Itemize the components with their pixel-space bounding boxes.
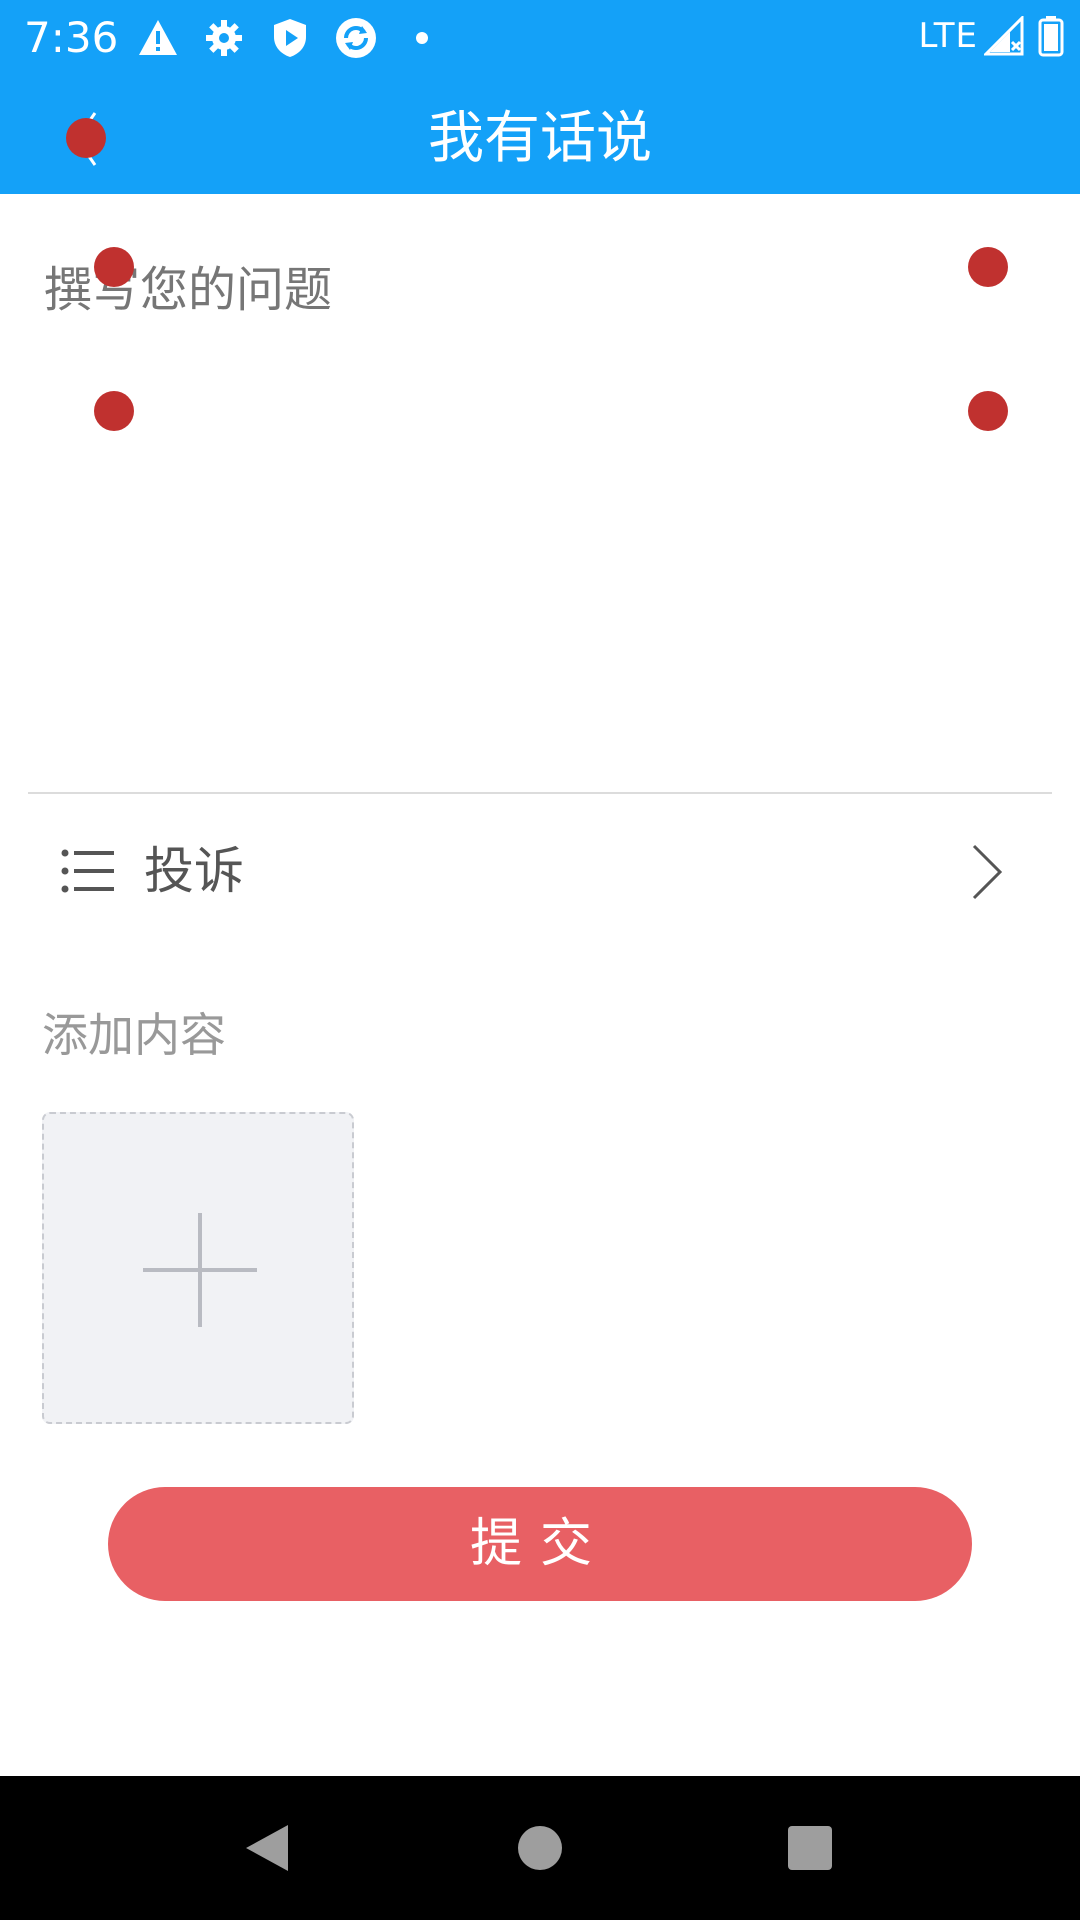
- home-circle-icon: [517, 1825, 563, 1871]
- sync-icon: [334, 16, 378, 60]
- shield-play-icon: [268, 16, 312, 60]
- status-time: 7:36: [24, 13, 119, 62]
- navigation-bar: [0, 1776, 1080, 1920]
- status-icons-left: [136, 12, 466, 64]
- touch-marker: [968, 391, 1008, 431]
- warning-icon: [136, 16, 180, 60]
- nav-back-button[interactable]: [207, 1776, 327, 1920]
- touch-marker: [94, 247, 134, 287]
- page-title: 我有话说: [428, 106, 652, 171]
- question-input[interactable]: [44, 250, 1024, 760]
- touch-marker: [66, 118, 106, 158]
- dot-icon: [400, 16, 444, 60]
- question-area: [0, 194, 1080, 792]
- recents-square-icon: [787, 1825, 833, 1871]
- app-header: 7:36 LTE 我有话说: [0, 0, 1080, 194]
- plus-icon: [143, 1213, 257, 1327]
- network-type: LTE: [918, 16, 978, 56]
- chevron-right-icon: [966, 842, 1006, 902]
- divider: [28, 792, 1052, 794]
- category-selector[interactable]: 投诉: [0, 812, 1080, 930]
- back-triangle-icon: [244, 1823, 290, 1873]
- touch-marker: [94, 391, 134, 431]
- add-content-label: 添加内容: [42, 1008, 226, 1062]
- signal-icon: [984, 16, 1024, 56]
- nav-home-button[interactable]: [480, 1776, 600, 1920]
- add-attachment-button[interactable]: [42, 1112, 354, 1424]
- list-icon: [60, 847, 116, 895]
- touch-marker: [968, 247, 1008, 287]
- status-icons-right: LTE: [918, 10, 1064, 62]
- gear-icon: [202, 16, 246, 60]
- nav-recents-button[interactable]: [750, 1776, 870, 1920]
- battery-icon: [1038, 15, 1064, 57]
- submit-button[interactable]: 提交: [108, 1487, 972, 1601]
- category-label: 投诉: [144, 842, 244, 900]
